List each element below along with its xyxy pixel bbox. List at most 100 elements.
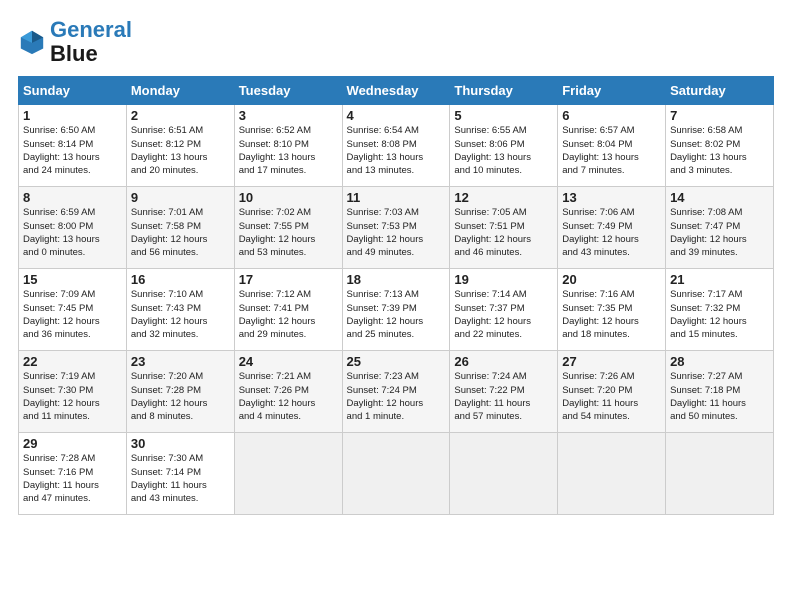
day-number: 18 (347, 272, 446, 287)
day-number: 3 (239, 108, 338, 123)
calendar-cell: 27Sunrise: 7:26 AM Sunset: 7:20 PM Dayli… (558, 351, 666, 433)
calendar-cell: 13Sunrise: 7:06 AM Sunset: 7:49 PM Dayli… (558, 187, 666, 269)
calendar-cell: 30Sunrise: 7:30 AM Sunset: 7:14 PM Dayli… (126, 433, 234, 515)
calendar-cell: 26Sunrise: 7:24 AM Sunset: 7:22 PM Dayli… (450, 351, 558, 433)
day-info: Sunrise: 7:24 AM Sunset: 7:22 PM Dayligh… (454, 370, 553, 423)
day-info: Sunrise: 7:05 AM Sunset: 7:51 PM Dayligh… (454, 206, 553, 259)
col-saturday: Saturday (666, 77, 774, 105)
day-info: Sunrise: 6:57 AM Sunset: 8:04 PM Dayligh… (562, 124, 661, 177)
day-info: Sunrise: 7:19 AM Sunset: 7:30 PM Dayligh… (23, 370, 122, 423)
day-info: Sunrise: 7:26 AM Sunset: 7:20 PM Dayligh… (562, 370, 661, 423)
day-info: Sunrise: 7:30 AM Sunset: 7:14 PM Dayligh… (131, 452, 230, 505)
day-info: Sunrise: 7:12 AM Sunset: 7:41 PM Dayligh… (239, 288, 338, 341)
day-info: Sunrise: 7:23 AM Sunset: 7:24 PM Dayligh… (347, 370, 446, 423)
calendar-cell: 24Sunrise: 7:21 AM Sunset: 7:26 PM Dayli… (234, 351, 342, 433)
day-number: 13 (562, 190, 661, 205)
col-sunday: Sunday (19, 77, 127, 105)
day-info: Sunrise: 7:17 AM Sunset: 7:32 PM Dayligh… (670, 288, 769, 341)
header: GeneralBlue (18, 18, 774, 66)
calendar-cell: 10Sunrise: 7:02 AM Sunset: 7:55 PM Dayli… (234, 187, 342, 269)
day-number: 19 (454, 272, 553, 287)
col-tuesday: Tuesday (234, 77, 342, 105)
day-number: 26 (454, 354, 553, 369)
day-number: 2 (131, 108, 230, 123)
calendar-cell (342, 433, 450, 515)
day-number: 22 (23, 354, 122, 369)
day-info: Sunrise: 6:50 AM Sunset: 8:14 PM Dayligh… (23, 124, 122, 177)
day-info: Sunrise: 7:14 AM Sunset: 7:37 PM Dayligh… (454, 288, 553, 341)
day-info: Sunrise: 6:55 AM Sunset: 8:06 PM Dayligh… (454, 124, 553, 177)
day-info: Sunrise: 7:01 AM Sunset: 7:58 PM Dayligh… (131, 206, 230, 259)
day-info: Sunrise: 7:27 AM Sunset: 7:18 PM Dayligh… (670, 370, 769, 423)
calendar-cell: 9Sunrise: 7:01 AM Sunset: 7:58 PM Daylig… (126, 187, 234, 269)
calendar-cell: 16Sunrise: 7:10 AM Sunset: 7:43 PM Dayli… (126, 269, 234, 351)
day-number: 30 (131, 436, 230, 451)
day-info: Sunrise: 7:20 AM Sunset: 7:28 PM Dayligh… (131, 370, 230, 423)
calendar-cell: 8Sunrise: 6:59 AM Sunset: 8:00 PM Daylig… (19, 187, 127, 269)
day-number: 11 (347, 190, 446, 205)
day-number: 16 (131, 272, 230, 287)
day-number: 1 (23, 108, 122, 123)
day-number: 14 (670, 190, 769, 205)
day-number: 17 (239, 272, 338, 287)
calendar-cell: 22Sunrise: 7:19 AM Sunset: 7:30 PM Dayli… (19, 351, 127, 433)
calendar-cell: 6Sunrise: 6:57 AM Sunset: 8:04 PM Daylig… (558, 105, 666, 187)
day-info: Sunrise: 7:21 AM Sunset: 7:26 PM Dayligh… (239, 370, 338, 423)
day-info: Sunrise: 6:58 AM Sunset: 8:02 PM Dayligh… (670, 124, 769, 177)
calendar-cell: 17Sunrise: 7:12 AM Sunset: 7:41 PM Dayli… (234, 269, 342, 351)
calendar-cell (450, 433, 558, 515)
day-info: Sunrise: 7:28 AM Sunset: 7:16 PM Dayligh… (23, 452, 122, 505)
day-number: 10 (239, 190, 338, 205)
day-info: Sunrise: 7:09 AM Sunset: 7:45 PM Dayligh… (23, 288, 122, 341)
calendar-cell (666, 433, 774, 515)
day-info: Sunrise: 7:02 AM Sunset: 7:55 PM Dayligh… (239, 206, 338, 259)
calendar-cell: 21Sunrise: 7:17 AM Sunset: 7:32 PM Dayli… (666, 269, 774, 351)
day-number: 27 (562, 354, 661, 369)
logo-text: GeneralBlue (50, 18, 132, 66)
calendar-row-5: 29Sunrise: 7:28 AM Sunset: 7:16 PM Dayli… (19, 433, 774, 515)
day-number: 28 (670, 354, 769, 369)
day-number: 9 (131, 190, 230, 205)
calendar-cell: 25Sunrise: 7:23 AM Sunset: 7:24 PM Dayli… (342, 351, 450, 433)
day-info: Sunrise: 7:08 AM Sunset: 7:47 PM Dayligh… (670, 206, 769, 259)
day-info: Sunrise: 7:13 AM Sunset: 7:39 PM Dayligh… (347, 288, 446, 341)
calendar-cell: 5Sunrise: 6:55 AM Sunset: 8:06 PM Daylig… (450, 105, 558, 187)
day-info: Sunrise: 7:10 AM Sunset: 7:43 PM Dayligh… (131, 288, 230, 341)
day-number: 5 (454, 108, 553, 123)
day-number: 6 (562, 108, 661, 123)
day-number: 24 (239, 354, 338, 369)
day-number: 20 (562, 272, 661, 287)
page: GeneralBlue Sunday Monday Tuesday Wednes… (0, 0, 792, 525)
calendar-cell: 14Sunrise: 7:08 AM Sunset: 7:47 PM Dayli… (666, 187, 774, 269)
calendar-cell: 28Sunrise: 7:27 AM Sunset: 7:18 PM Dayli… (666, 351, 774, 433)
calendar-cell: 20Sunrise: 7:16 AM Sunset: 7:35 PM Dayli… (558, 269, 666, 351)
day-number: 21 (670, 272, 769, 287)
calendar-cell: 18Sunrise: 7:13 AM Sunset: 7:39 PM Dayli… (342, 269, 450, 351)
day-number: 12 (454, 190, 553, 205)
calendar-cell: 7Sunrise: 6:58 AM Sunset: 8:02 PM Daylig… (666, 105, 774, 187)
day-number: 29 (23, 436, 122, 451)
day-info: Sunrise: 6:51 AM Sunset: 8:12 PM Dayligh… (131, 124, 230, 177)
day-info: Sunrise: 6:59 AM Sunset: 8:00 PM Dayligh… (23, 206, 122, 259)
calendar-cell: 11Sunrise: 7:03 AM Sunset: 7:53 PM Dayli… (342, 187, 450, 269)
day-info: Sunrise: 7:06 AM Sunset: 7:49 PM Dayligh… (562, 206, 661, 259)
day-number: 25 (347, 354, 446, 369)
col-wednesday: Wednesday (342, 77, 450, 105)
day-number: 4 (347, 108, 446, 123)
day-number: 8 (23, 190, 122, 205)
calendar-cell: 23Sunrise: 7:20 AM Sunset: 7:28 PM Dayli… (126, 351, 234, 433)
calendar-cell: 2Sunrise: 6:51 AM Sunset: 8:12 PM Daylig… (126, 105, 234, 187)
calendar-row-3: 15Sunrise: 7:09 AM Sunset: 7:45 PM Dayli… (19, 269, 774, 351)
calendar-row-2: 8Sunrise: 6:59 AM Sunset: 8:00 PM Daylig… (19, 187, 774, 269)
calendar-row-4: 22Sunrise: 7:19 AM Sunset: 7:30 PM Dayli… (19, 351, 774, 433)
calendar-cell: 12Sunrise: 7:05 AM Sunset: 7:51 PM Dayli… (450, 187, 558, 269)
calendar-cell: 29Sunrise: 7:28 AM Sunset: 7:16 PM Dayli… (19, 433, 127, 515)
logo-icon (18, 28, 46, 56)
day-info: Sunrise: 7:03 AM Sunset: 7:53 PM Dayligh… (347, 206, 446, 259)
calendar-cell: 19Sunrise: 7:14 AM Sunset: 7:37 PM Dayli… (450, 269, 558, 351)
day-info: Sunrise: 6:52 AM Sunset: 8:10 PM Dayligh… (239, 124, 338, 177)
day-number: 23 (131, 354, 230, 369)
calendar-cell: 3Sunrise: 6:52 AM Sunset: 8:10 PM Daylig… (234, 105, 342, 187)
header-row: Sunday Monday Tuesday Wednesday Thursday… (19, 77, 774, 105)
calendar-cell: 4Sunrise: 6:54 AM Sunset: 8:08 PM Daylig… (342, 105, 450, 187)
